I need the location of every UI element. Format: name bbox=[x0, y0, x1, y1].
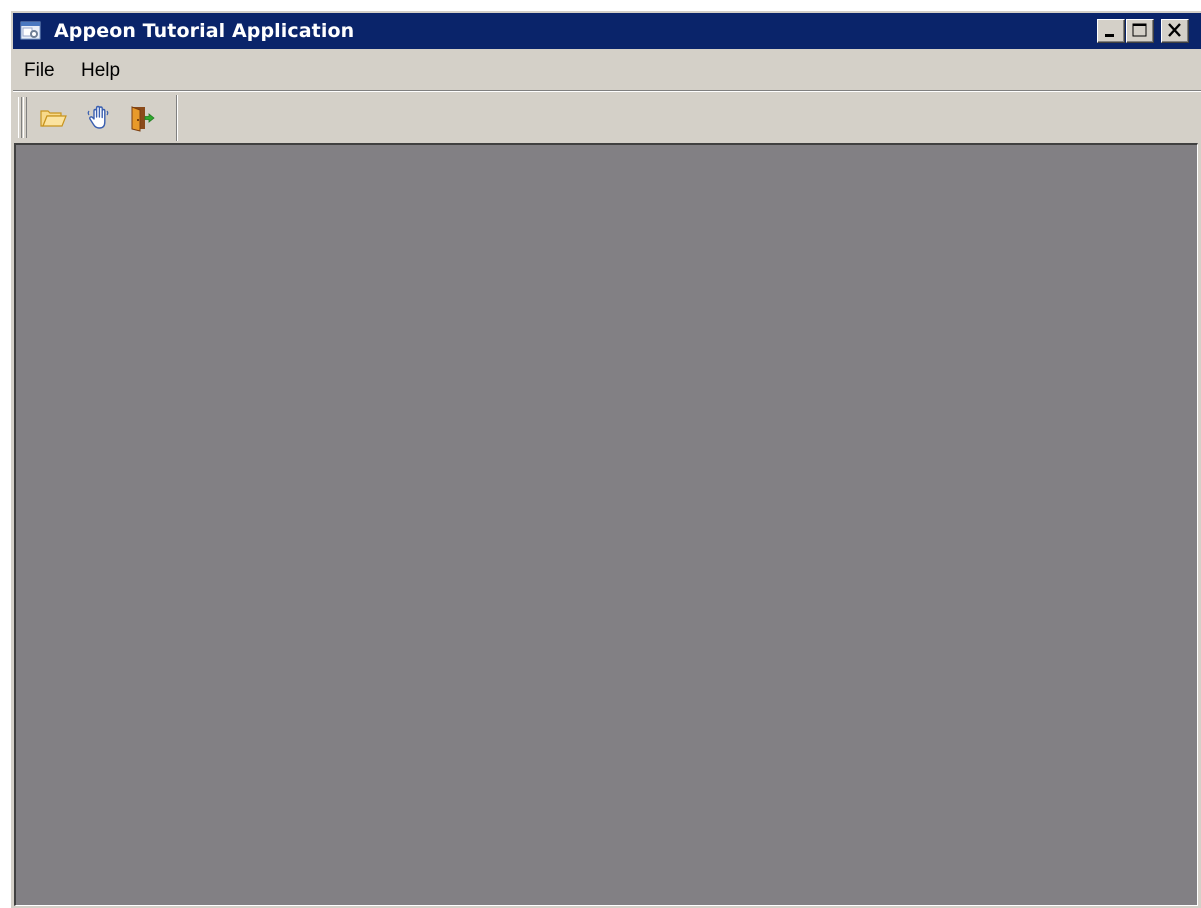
open-toolbar-button[interactable] bbox=[37, 102, 69, 134]
minimize-icon bbox=[1105, 34, 1114, 37]
menu-file[interactable]: File bbox=[24, 60, 55, 82]
toolbar-grip[interactable] bbox=[18, 97, 22, 138]
app-window: Appeon Tutorial Application File Help bbox=[10, 10, 1201, 908]
maximize-icon bbox=[1132, 23, 1147, 37]
menu-bar: File Help bbox=[13, 51, 1201, 89]
window-title: Appeon Tutorial Application bbox=[54, 20, 355, 42]
menu-help[interactable]: Help bbox=[81, 60, 120, 82]
exit-toolbar-button[interactable] bbox=[126, 102, 158, 134]
title-bar[interactable]: Appeon Tutorial Application bbox=[13, 13, 1201, 49]
minimize-button[interactable] bbox=[1097, 19, 1125, 43]
toolbar bbox=[13, 93, 1201, 143]
menu-separator bbox=[13, 90, 1201, 92]
hand-toolbar-button[interactable] bbox=[84, 102, 116, 134]
toolbar-end-separator bbox=[176, 95, 178, 141]
close-button[interactable] bbox=[1161, 19, 1189, 43]
close-icon bbox=[1168, 23, 1181, 37]
exit-door-icon bbox=[131, 106, 155, 132]
mdi-client-area[interactable] bbox=[14, 143, 1198, 906]
application-window-icon[interactable] bbox=[20, 21, 42, 41]
open-folder-icon bbox=[40, 110, 67, 127]
toolbar-grip-secondary[interactable] bbox=[23, 97, 27, 138]
maximize-button[interactable] bbox=[1126, 19, 1154, 43]
hand-wave-icon bbox=[87, 105, 109, 129]
